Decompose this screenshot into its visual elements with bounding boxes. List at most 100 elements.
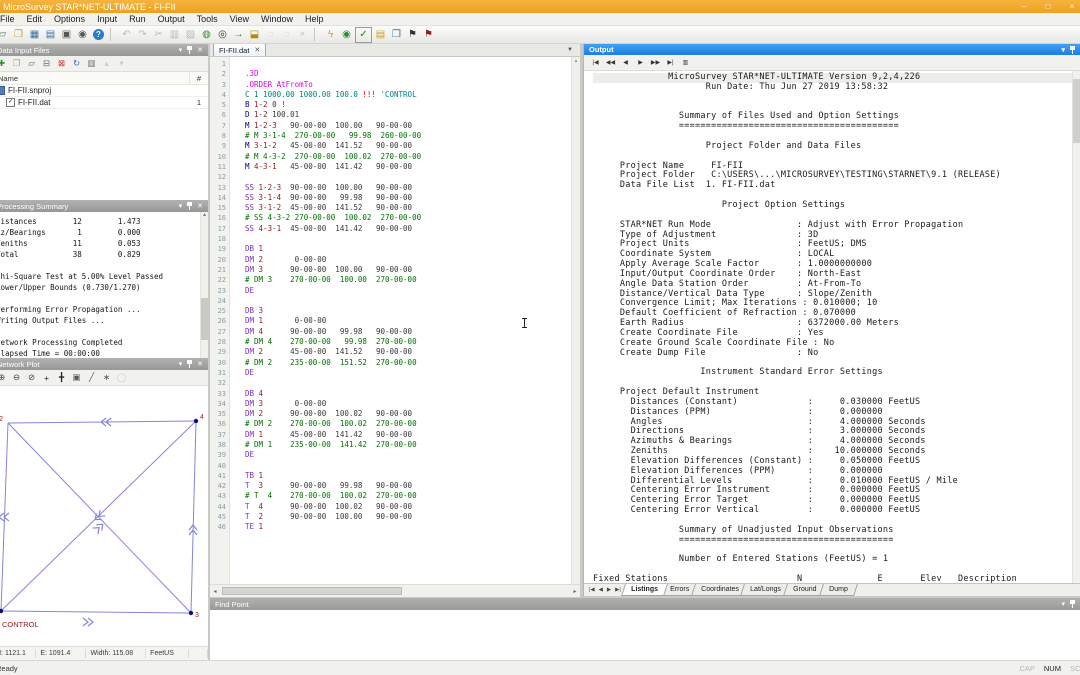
station-node[interactable] <box>189 611 193 615</box>
tab-listings[interactable]: Listings <box>621 584 668 596</box>
panel-menu-icon[interactable]: ▾ <box>1061 46 1065 54</box>
output-vertical-scrollbar[interactable] <box>1072 71 1080 583</box>
editor-vertical-scrollbar[interactable]: ▴ <box>571 57 580 585</box>
pin-icon[interactable] <box>187 360 192 368</box>
pin-icon[interactable] <box>187 46 192 54</box>
instrument-library-button[interactable]: ◍ <box>199 28 214 42</box>
tabs-next-button[interactable]: ▶ <box>605 584 613 593</box>
tabs-first-button[interactable]: |◀ <box>587 584 597 593</box>
go-last-button[interactable]: ▶| <box>664 57 677 68</box>
editor-tab[interactable]: FI-FII.dat ✕ <box>213 44 266 56</box>
save-file-button[interactable]: ▦ <box>27 28 42 42</box>
network-edge <box>1 611 191 613</box>
find-in-files-button[interactable]: ◎ <box>215 28 230 42</box>
zoom-extents-button[interactable]: ╋ <box>55 372 68 384</box>
network-plot-canvas[interactable]: 2413CONTROL <box>0 386 208 647</box>
panel-menu-icon[interactable]: ▾ <box>1061 600 1065 608</box>
menu-item-file[interactable]: File <box>0 14 21 24</box>
file-checkbox[interactable]: ✓ <box>6 98 15 107</box>
menu-item-output[interactable]: Output <box>152 14 191 24</box>
go-prev-button[interactable]: ◀ <box>619 57 632 68</box>
menu-item-help[interactable]: Help <box>299 14 330 24</box>
menu-item-options[interactable]: Options <box>48 14 91 24</box>
menu-item-input[interactable]: Input <box>91 14 123 24</box>
close-icon[interactable]: ✕ <box>197 360 203 368</box>
close-icon[interactable]: ✕ <box>197 202 203 210</box>
pin-icon[interactable] <box>1070 46 1075 54</box>
measure-tool-button[interactable]: ╱ <box>85 372 98 384</box>
run-adjustment-button[interactable]: ϟ <box>323 28 338 42</box>
scrollbar-thumb[interactable] <box>222 587 402 595</box>
view-network-button[interactable]: ⚑ <box>421 28 436 42</box>
scroll-right-icon[interactable]: ▸ <box>570 585 580 597</box>
add-data-file-button[interactable]: ✚ <box>0 58 8 70</box>
view-listing-button[interactable]: ❒ <box>389 28 404 42</box>
run-blunder-detect-button[interactable]: ▤ <box>373 28 388 42</box>
column-header-count[interactable]: # <box>189 72 208 84</box>
menu-item-run[interactable]: Run <box>123 14 152 24</box>
panel-menu-icon[interactable]: ▾ <box>179 202 183 210</box>
data-file-order: 1 <box>190 98 208 107</box>
go-next-button[interactable]: ▶ <box>634 57 647 68</box>
zoom-window-button[interactable]: ⊘ <box>25 372 38 384</box>
pan-button[interactable]: + <box>40 372 53 384</box>
go-prev-page-button[interactable]: ◀◀ <box>604 57 617 68</box>
zoom-out-button[interactable]: ⊖ <box>10 372 23 384</box>
close-icon[interactable]: ✕ <box>197 46 203 54</box>
go-next-page-button[interactable]: ▶▶ <box>649 57 662 68</box>
plot-options-button[interactable]: ∗ <box>100 372 113 384</box>
station-node[interactable] <box>194 419 198 423</box>
view-errors-button[interactable]: ⚑ <box>405 28 420 42</box>
panel-menu-icon[interactable]: ▾ <box>179 46 183 54</box>
reload-data-file-button[interactable]: ↻ <box>70 58 83 70</box>
column-header-name[interactable]: Name <box>0 74 189 83</box>
scrollbar-thumb[interactable] <box>201 298 208 340</box>
tab-close-icon[interactable]: ✕ <box>254 46 260 54</box>
window-select-button[interactable]: ▣ <box>70 372 83 384</box>
scroll-up-icon[interactable]: ▲ <box>201 212 208 219</box>
run-preprocess-button[interactable]: ◉ <box>339 28 354 42</box>
menu-item-tools[interactable]: Tools <box>191 14 224 24</box>
line-number: 2 <box>210 69 226 79</box>
run-data-check-button[interactable]: ✓ <box>355 27 372 43</box>
input-files-panel-title: Data Input Files <box>0 46 50 55</box>
maximize-button[interactable]: □ <box>1036 0 1060 13</box>
code-area[interactable]: .3D.ORDER AtFromToC 1 1000.00 1000.00 10… <box>230 57 571 585</box>
go-first-button[interactable]: |◀ <box>589 57 602 68</box>
open-data-file-button[interactable]: ❐ <box>10 58 23 70</box>
minimize-button[interactable]: – <box>1012 0 1036 13</box>
editor-line: T 3 90-00-00 99.98 90-00-00 <box>245 481 571 491</box>
new-file-button[interactable]: ▱ <box>0 28 10 42</box>
data-tools-button[interactable]: ⬓ <box>247 28 262 42</box>
editor-horizontal-scrollbar[interactable]: ◂ ▸ <box>210 584 580 597</box>
pin-icon[interactable] <box>1070 600 1075 608</box>
zoom-in-button[interactable]: ⊕ <box>0 372 8 384</box>
close-button[interactable]: × <box>1060 0 1080 13</box>
new-data-file-button[interactable]: ▱ <box>25 58 38 70</box>
pin-icon[interactable] <box>187 202 192 210</box>
help-button[interactable]: ? <box>93 29 104 40</box>
print-preview-button[interactable]: ◉ <box>75 28 90 42</box>
scrollbar-thumb[interactable] <box>1073 79 1080 143</box>
print-button[interactable]: ▣ <box>59 28 74 42</box>
delete-data-file-button[interactable]: ⊠ <box>55 58 68 70</box>
menu-item-view[interactable]: View <box>224 14 255 24</box>
tab-list-dropdown-icon[interactable]: ▼ <box>567 47 573 53</box>
data-file-row[interactable]: ✓ FI-FII.dat 1 <box>0 96 208 109</box>
output-listing-text[interactable]: MicroSurvey STAR*NET-ULTIMATE Version 9,… <box>584 71 1073 583</box>
menu-item-edit[interactable]: Edit <box>21 14 49 24</box>
tabs-prev-button[interactable]: ◀ <box>597 584 605 593</box>
tab-dump[interactable]: Dump <box>819 584 858 596</box>
edit-data-file-button[interactable]: ▥ <box>85 58 98 70</box>
open-file-button[interactable]: ❐ <box>11 28 26 42</box>
scroll-left-icon[interactable]: ◂ <box>210 585 220 597</box>
save-all-button[interactable]: ▤ <box>43 28 58 42</box>
remove-data-file-button[interactable]: ⊟ <box>40 58 53 70</box>
line-number: 11 <box>210 162 226 172</box>
summary-scrollbar[interactable]: ▲ <box>200 212 208 358</box>
project-row[interactable]: FI-FII.snproj <box>0 85 208 96</box>
copy-output-button[interactable]: ▥ <box>679 57 692 68</box>
menu-item-window[interactable]: Window <box>255 14 299 24</box>
import-data-button[interactable]: → <box>231 28 246 42</box>
panel-menu-icon[interactable]: ▾ <box>179 360 183 368</box>
